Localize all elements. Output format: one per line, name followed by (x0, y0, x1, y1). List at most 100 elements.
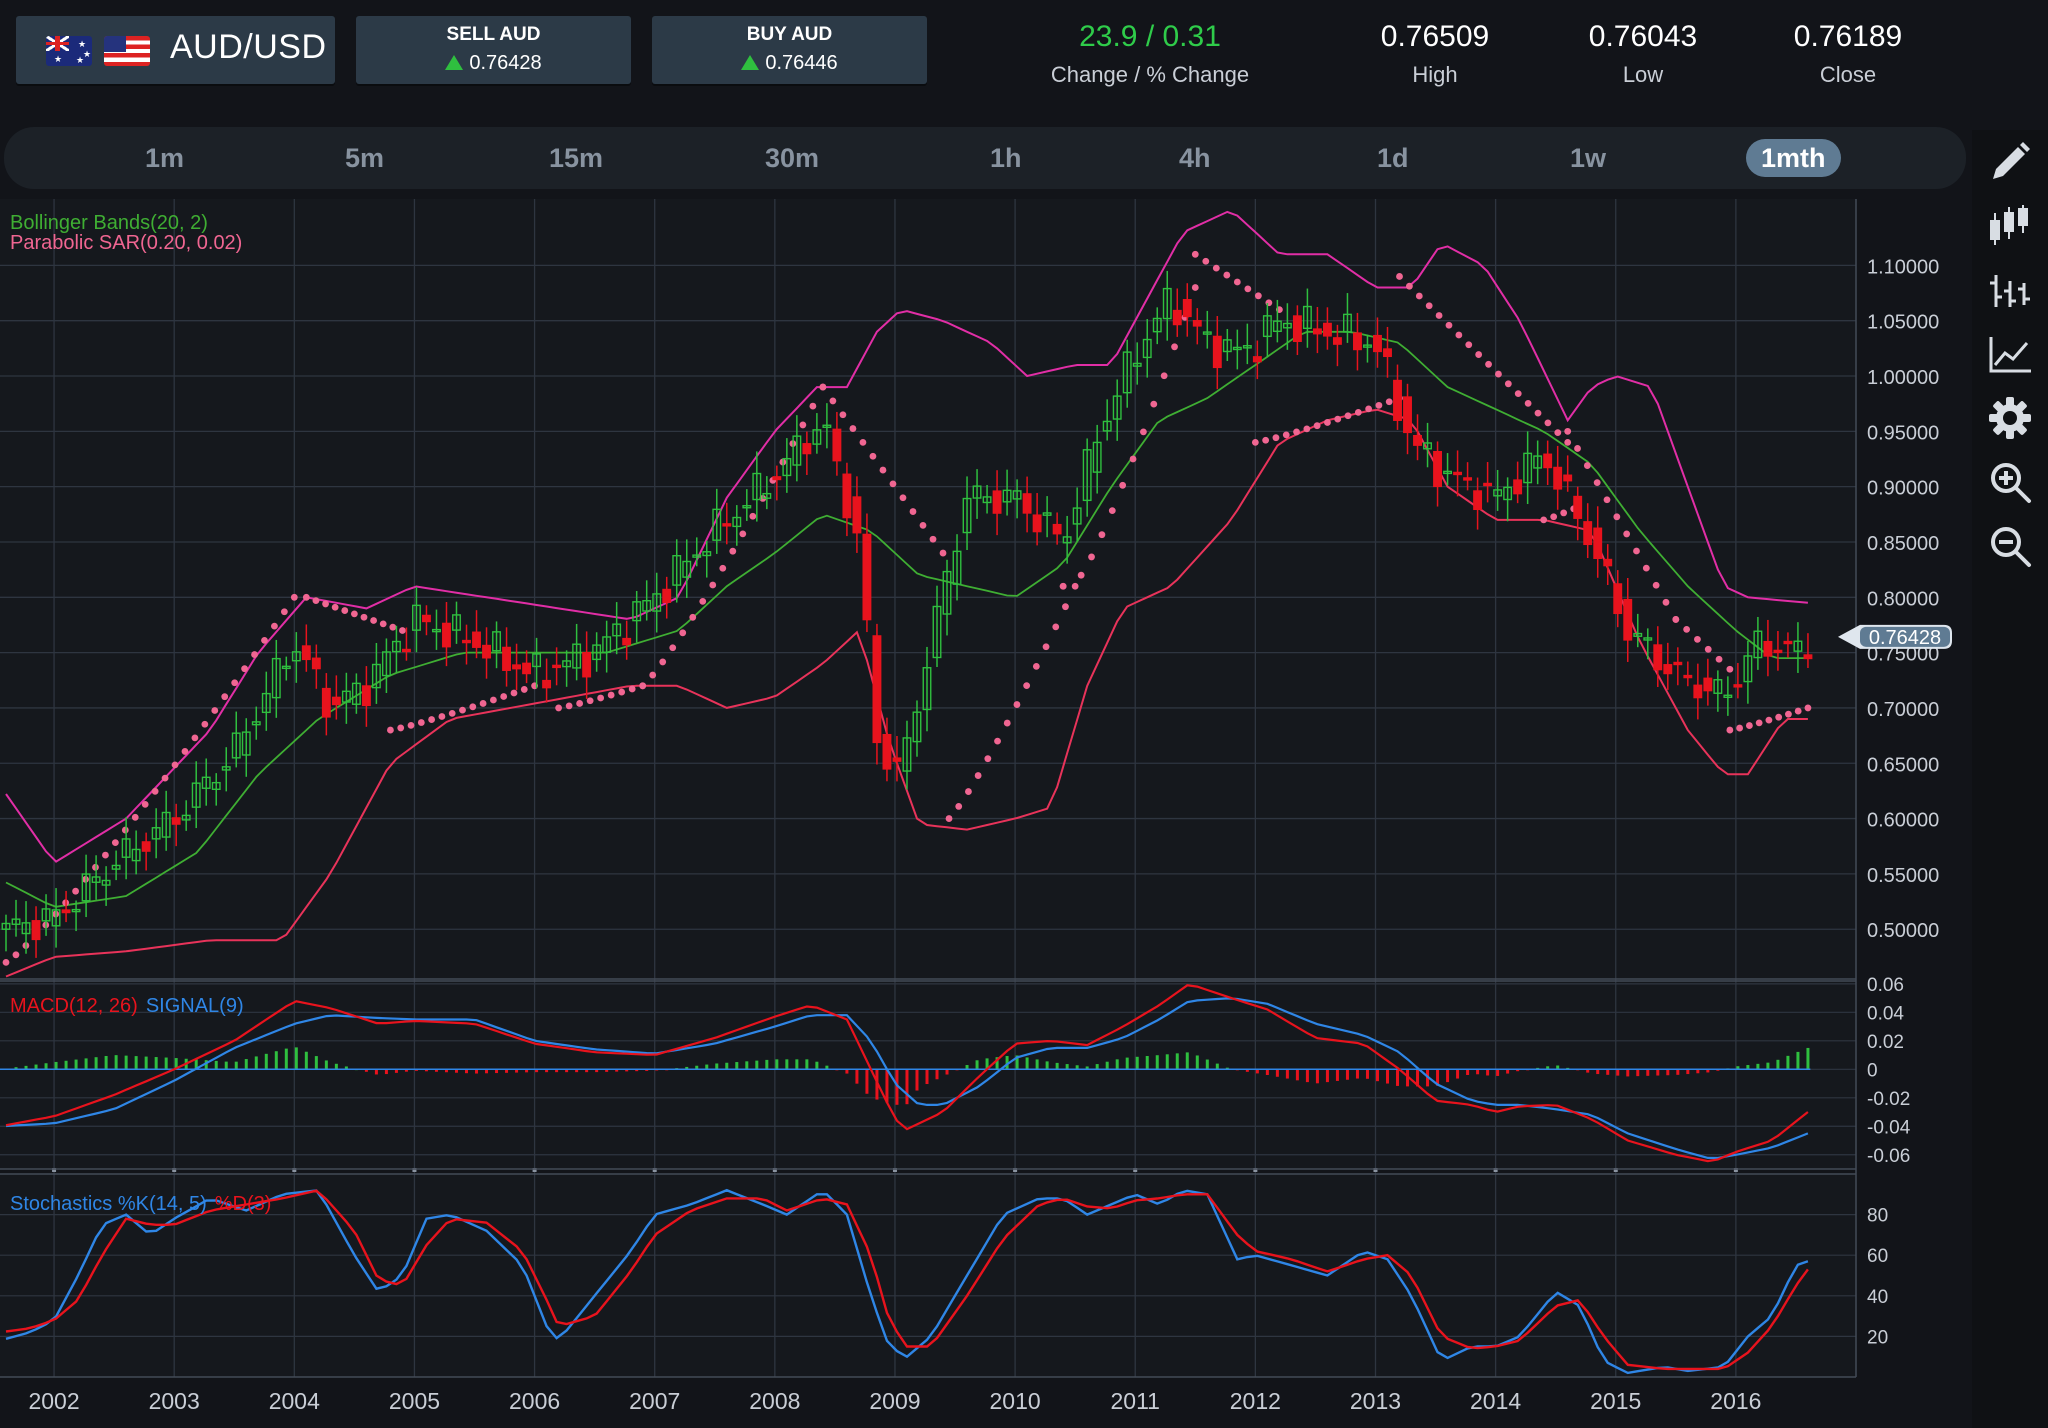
close-label: Close (1819, 62, 1877, 87)
sar-dot (1013, 701, 1021, 708)
timeframe-1mth[interactable]: 1mth (1746, 139, 1841, 177)
sar-dot (211, 707, 219, 714)
macd-histogram-bar (735, 1062, 739, 1070)
macd-histogram-bar (1335, 1069, 1339, 1081)
macd-histogram-bar (94, 1057, 98, 1070)
macd-histogram-bar (1105, 1061, 1109, 1070)
current-price-label: 0.76428 (1869, 627, 1941, 649)
instrument-selector[interactable]: ★ ★ ★ ★ AUD/USD (16, 16, 335, 84)
candle-down (1663, 664, 1673, 675)
macd-histogram-bar (725, 1062, 729, 1070)
sar-dot (1233, 278, 1241, 286)
sar-dot (1150, 400, 1158, 408)
candle-down (321, 687, 331, 718)
timeframe-1d[interactable]: 1d (1362, 139, 1424, 177)
sar-dot (739, 530, 747, 538)
timeframe-5m[interactable]: 5m (330, 139, 399, 177)
candle-down (1653, 644, 1663, 671)
timeframe-1m[interactable]: 1m (130, 139, 199, 177)
macd-legend: MACD(12, 26) SIGNAL(9) (10, 995, 244, 1017)
timeframe-1w[interactable]: 1w (1555, 139, 1621, 177)
zoom-in-button[interactable] (1972, 454, 2048, 510)
sar-dot (500, 693, 508, 700)
sar-dot (1765, 716, 1773, 724)
draw-tool-button[interactable] (1972, 134, 2048, 190)
sar-dot (576, 700, 584, 707)
stochastics-tick-label: 40 (1867, 1287, 1888, 1308)
candle-down (1683, 674, 1693, 679)
sar-dot (1212, 264, 1220, 272)
timeframe-30m[interactable]: 30m (750, 139, 834, 177)
stochastics-tick-label: 80 (1867, 1206, 1888, 1227)
macd-histogram-bar (1606, 1069, 1610, 1075)
sar-dot (271, 622, 278, 630)
sar-dot (1593, 479, 1601, 487)
macd-histogram-bar (264, 1053, 268, 1070)
macd-histogram-bar (1656, 1069, 1660, 1076)
sar-dot (869, 452, 877, 460)
sar-dot (1303, 425, 1311, 433)
sar-dot (689, 613, 697, 621)
candle-down (1733, 684, 1743, 688)
sar-dot (879, 466, 887, 474)
chart-area[interactable]: 2002 2003 2004 2005 2006 2007 2008 2009 2010 2011… (0, 199, 1970, 1428)
macd-legend-label: MACD(12, 26) (10, 995, 138, 1017)
sar-dot (1613, 513, 1621, 521)
timeframe-4h[interactable]: 4h (1164, 139, 1226, 177)
macd-tick-label: -0.02 (1867, 1089, 1910, 1110)
macd-histogram-bar (244, 1059, 248, 1070)
x-tick-label: 2014 (1470, 1388, 1521, 1414)
sar-dot (1406, 282, 1413, 290)
candle-down (1693, 684, 1703, 699)
instrument-pair-label: AUD/USD (170, 28, 327, 66)
x-tick-label: 2006 (509, 1388, 560, 1414)
macd-histogram-bar (1295, 1069, 1299, 1081)
macd-histogram-bar (1796, 1051, 1800, 1070)
sar-dot (1272, 434, 1280, 442)
sar-dot (1794, 707, 1802, 715)
macd-histogram-bar (805, 1059, 809, 1070)
sar-dot (2, 959, 10, 966)
sar-dot (469, 703, 477, 711)
sar-dot (201, 720, 209, 728)
sar-dot (819, 383, 827, 391)
candle-down (1312, 328, 1322, 335)
sar-dot (1042, 643, 1050, 651)
sar-dot (520, 686, 528, 693)
candlestick-chart-button[interactable] (1972, 198, 2048, 254)
line-chart-button[interactable] (1972, 326, 2048, 382)
candle-down (502, 646, 511, 671)
settings-button[interactable] (1972, 390, 2048, 446)
ohlc-chart-button[interactable] (1972, 262, 2048, 318)
zoom-out-button[interactable] (1972, 518, 2048, 574)
sar-dot (607, 691, 615, 699)
sar-dot (1652, 581, 1660, 589)
chart-grid (0, 199, 1857, 1378)
macd-histogram-bar (1305, 1069, 1309, 1083)
price-tick-label: 0.85000 (1867, 533, 1939, 555)
candle-down (1543, 453, 1553, 469)
candle-down (832, 428, 842, 462)
candle-down (1032, 514, 1042, 533)
zoom-in-icon (1991, 463, 2031, 503)
candle-down (882, 733, 892, 770)
bollinger-legend: Bollinger Bands(20, 2) (10, 212, 208, 234)
price-tick-label: 0.90000 (1867, 478, 1939, 500)
candle-down (662, 588, 672, 603)
candle-down (1593, 527, 1603, 560)
stoch-d-legend-label: %D(3) (215, 1193, 272, 1215)
macd-histogram-bar (114, 1055, 118, 1070)
sar-dot (929, 535, 937, 543)
sar-dot (1251, 439, 1259, 446)
sar-dot (1262, 436, 1270, 444)
macd-histogram-bar (1285, 1069, 1289, 1079)
sar-dot (659, 658, 667, 666)
macd-histogram-bar (1325, 1069, 1329, 1083)
sell-aud-button[interactable]: SELL AUD 0.76428 (356, 16, 631, 84)
macd-histogram-bar (855, 1069, 859, 1084)
buy-aud-button[interactable]: BUY AUD 0.76446 (652, 16, 927, 84)
candle-down (1803, 654, 1813, 660)
timeframe-15m[interactable]: 15m (534, 139, 618, 177)
macd-histogram-bar (1666, 1069, 1670, 1076)
timeframe-1h[interactable]: 1h (975, 139, 1037, 177)
